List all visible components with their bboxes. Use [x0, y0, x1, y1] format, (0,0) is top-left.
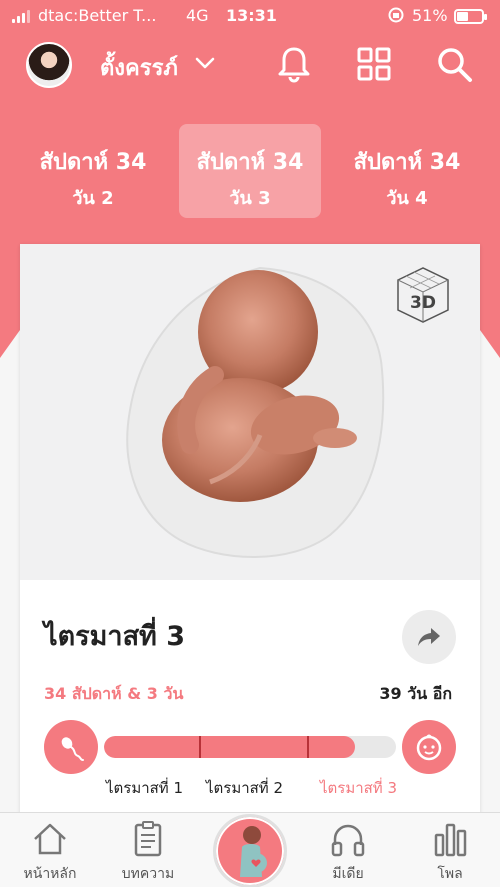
nav-poll-label: โพล — [437, 866, 463, 882]
battery-percent: 51% — [412, 6, 448, 25]
nav-home[interactable]: หน้าหลัก — [10, 813, 90, 887]
trimester-divider — [307, 736, 309, 758]
trimester-divider — [199, 736, 201, 758]
day-tab-week: สัปดาห์ 34 — [39, 150, 147, 175]
article-icon — [134, 821, 162, 857]
day-tab-current[interactable]: สัปดาห์ 34 วัน 3 — [179, 124, 321, 218]
day-tab-next[interactable]: สัปดาห์ 34 วัน 4 — [336, 124, 478, 218]
day-tab-week: สัปดาห์ 34 — [196, 150, 304, 175]
day-tab-week: สัปดาห์ 34 — [353, 150, 461, 175]
day-tab-day: วัน 3 — [229, 188, 271, 209]
search-icon[interactable] — [434, 44, 474, 84]
bell-icon[interactable] — [274, 44, 314, 84]
pregnancy-card: 3D ไตรมาสที่ 3 34 สัปดาห์ & 3 วัน 39 วัน… — [20, 244, 480, 814]
home-icon — [34, 823, 66, 855]
chevron-down-icon[interactable] — [194, 52, 216, 79]
carrier-name: dtac:Better T... — [38, 6, 157, 25]
rotation-lock-icon — [387, 6, 405, 28]
trimester-label-3: ไตรมาสที่ 3 — [320, 779, 398, 797]
poll-icon — [434, 823, 467, 857]
trimester-label-1: ไตรมาสที่ 1 — [106, 779, 184, 797]
share-button[interactable] — [402, 610, 456, 664]
nav-articles-label: บทความ — [121, 866, 175, 882]
pregnancy-icon — [240, 826, 267, 877]
status-bar: dtac:Better T... 4G 13:31 51% — [0, 0, 500, 34]
day-tab-day: วัน 2 — [72, 188, 114, 209]
nav-home-label: หน้าหลัก — [23, 866, 77, 882]
badge-3d-label: 3D — [410, 293, 436, 313]
baby-face-icon — [402, 720, 456, 774]
nav-media[interactable]: มีเดีย — [308, 813, 388, 887]
nav-articles[interactable]: บทความ — [108, 813, 188, 887]
day-tab-day: วัน 4 — [386, 188, 428, 209]
days-remaining: 39 วัน อีก — [379, 684, 452, 703]
day-tab-prev[interactable]: สัปดาห์ 34 วัน 2 — [22, 124, 164, 218]
clock: 13:31 — [226, 6, 277, 25]
nav-poll[interactable]: โพล — [410, 813, 490, 887]
pregnancy-progress-bar — [104, 736, 396, 758]
progress-fill — [104, 736, 356, 758]
grid-menu-icon[interactable] — [354, 44, 394, 84]
trimester-title: ไตรมาสที่ 3 — [44, 621, 186, 652]
avatar[interactable] — [26, 42, 72, 88]
fetus-image[interactable]: 3D — [20, 244, 480, 580]
fetus-illustration — [126, 266, 385, 558]
view-3d-button[interactable]: 3D — [390, 262, 456, 332]
nav-media-label: มีเดีย — [332, 866, 364, 882]
nav-pregnancy-center-button[interactable] — [213, 814, 287, 887]
network-type: 4G — [186, 6, 209, 25]
profile-name[interactable]: ตั้งครรภ์ — [100, 50, 178, 85]
headphones-icon — [331, 824, 365, 857]
signal-icon — [12, 9, 30, 23]
progress-text: 34 สัปดาห์ & 3 วัน — [44, 684, 184, 703]
sperm-icon — [44, 720, 98, 774]
trimester-label-2: ไตรมาสที่ 2 — [206, 779, 284, 797]
battery-icon — [454, 9, 487, 24]
share-icon — [418, 628, 440, 646]
